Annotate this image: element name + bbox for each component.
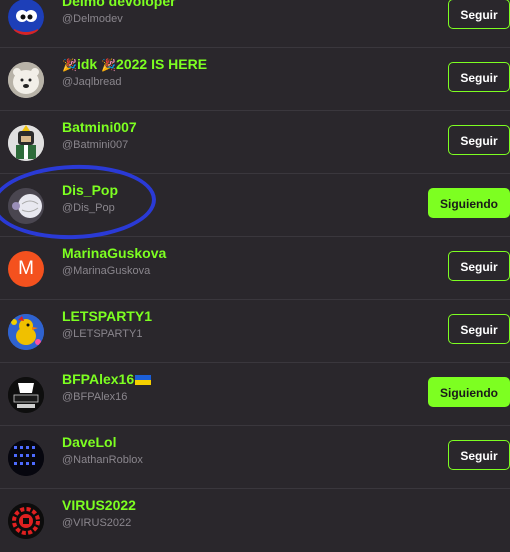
follow-button[interactable]: Seguir bbox=[448, 0, 510, 29]
list-item: 🎉idk 🎉2022 IS HERE @Jaqlbread Seguir bbox=[0, 48, 510, 111]
list-item: DaveLol @NathanRoblox Seguir bbox=[0, 426, 510, 489]
user-avatar[interactable] bbox=[8, 188, 44, 224]
user-name[interactable]: LETSPARTY1 bbox=[62, 308, 152, 324]
following-button[interactable]: Siguiendo bbox=[428, 377, 510, 407]
follow-button[interactable]: Seguir bbox=[448, 440, 510, 470]
user-handle: @Jaqlbread bbox=[62, 76, 122, 88]
party-popper-icon: 🎉 bbox=[101, 58, 117, 72]
user-avatar[interactable] bbox=[8, 0, 44, 35]
avatar-letter: M bbox=[18, 258, 34, 279]
user-handle: @VIRUS2022 bbox=[62, 517, 132, 529]
user-name[interactable]: Delmo devoloper bbox=[62, 0, 176, 9]
user-handle: @BFPAlex16 bbox=[62, 391, 128, 403]
user-name[interactable]: Batmini007 bbox=[62, 119, 137, 135]
user-handle: @Batmini007 bbox=[62, 139, 129, 151]
user-handle: @Delmodev bbox=[62, 13, 123, 25]
list-item: VIRUS2022 @VIRUS2022 bbox=[0, 489, 510, 552]
user-name[interactable]: DaveLol bbox=[62, 434, 116, 450]
user-avatar[interactable] bbox=[8, 62, 44, 98]
user-handle: @LETSPARTY1 bbox=[62, 328, 143, 340]
follow-button[interactable]: Seguir bbox=[448, 251, 510, 281]
user-name[interactable]: MarinaGuskova bbox=[62, 245, 166, 261]
user-handle: @MarinaGuskova bbox=[62, 265, 151, 277]
user-avatar[interactable] bbox=[8, 125, 44, 161]
following-button[interactable]: Siguiendo bbox=[428, 188, 510, 218]
follow-button[interactable]: Seguir bbox=[448, 62, 510, 92]
user-avatar[interactable]: M bbox=[8, 251, 44, 287]
ukraine-flag-icon bbox=[135, 375, 152, 386]
list-item: Delmo devoloper @Delmodev Seguir bbox=[0, 0, 510, 48]
user-name[interactable]: Dis_Pop bbox=[62, 182, 118, 198]
user-avatar[interactable] bbox=[8, 440, 44, 476]
user-avatar[interactable] bbox=[8, 377, 44, 413]
follow-button[interactable]: Seguir bbox=[448, 125, 510, 155]
list-item: LETSPARTY1 @LETSPARTY1 Seguir bbox=[0, 300, 510, 363]
list-item: Dis_Pop @Dis_Pop Siguiendo bbox=[0, 174, 510, 237]
party-popper-icon: 🎉 bbox=[62, 58, 77, 72]
user-name[interactable]: 🎉idk 🎉2022 IS HERE bbox=[62, 56, 207, 72]
user-name[interactable]: BFPAlex16 bbox=[62, 371, 152, 387]
list-item: M MarinaGuskova @MarinaGuskova Seguir bbox=[0, 237, 510, 300]
user-name[interactable]: VIRUS2022 bbox=[62, 497, 136, 513]
follow-button[interactable]: Seguir bbox=[448, 314, 510, 344]
list-item: BFPAlex16 @BFPAlex16 Siguiendo bbox=[0, 363, 510, 426]
user-handle: @Dis_Pop bbox=[62, 202, 115, 214]
list-item: Batmini007 @Batmini007 Seguir bbox=[0, 111, 510, 174]
user-avatar[interactable] bbox=[8, 503, 44, 539]
user-avatar[interactable] bbox=[8, 314, 44, 350]
user-handle: @NathanRoblox bbox=[62, 454, 143, 466]
